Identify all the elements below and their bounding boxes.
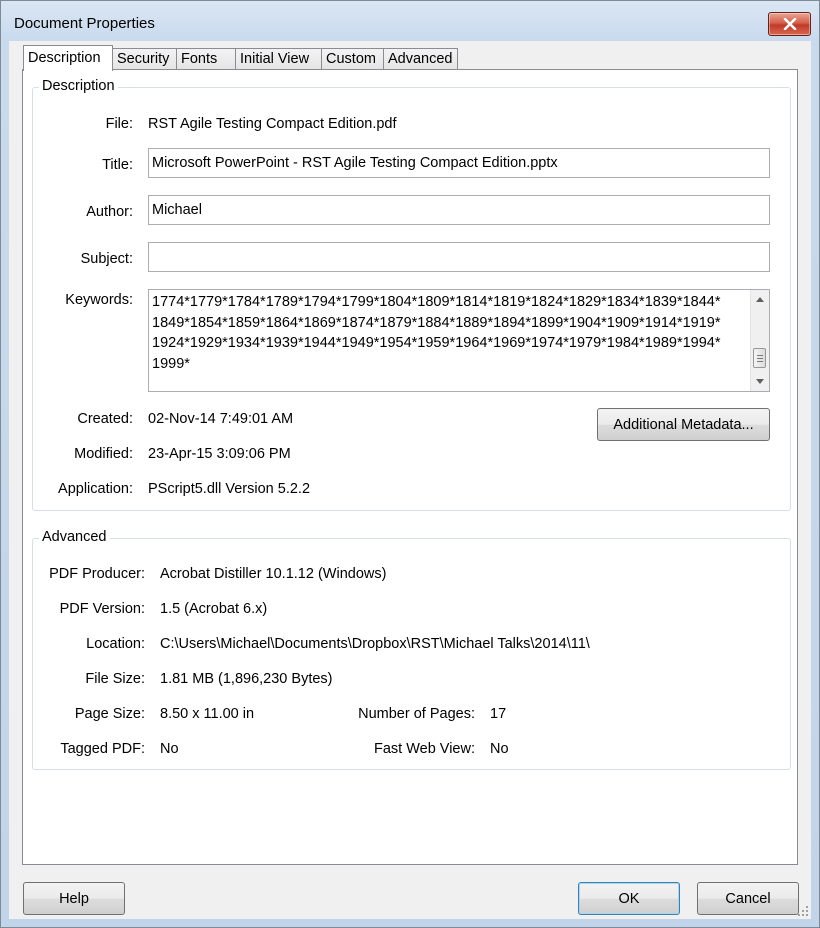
scroll-up-arrow-icon[interactable] <box>751 291 769 308</box>
pdf-version-label: PDF Version: <box>59 601 145 617</box>
fast-web-view-label: Fast Web View: <box>373 741 475 757</box>
author-field[interactable] <box>148 195 770 225</box>
application-label: Application: <box>58 481 133 497</box>
title-field[interactable] <box>148 148 770 178</box>
subject-field[interactable] <box>148 242 770 272</box>
advanced-group: Advanced <box>32 529 791 770</box>
title-bar[interactable]: Document Properties <box>1 1 819 41</box>
tab-security[interactable]: Security <box>112 48 177 69</box>
fast-web-view-value: No <box>490 741 509 757</box>
tab-fonts[interactable]: Fonts <box>176 48 236 69</box>
keywords-text: 1774*1779*1784*1789*1794*1799*1804*1809*… <box>152 294 721 372</box>
location-label: Location: <box>86 636 145 652</box>
document-properties-dialog: Document Properties Description Security… <box>0 0 820 928</box>
number-of-pages-value: 17 <box>490 706 507 722</box>
tagged-pdf-label: Tagged PDF: <box>60 741 145 757</box>
pdf-version-value: 1.5 (Acrobat 6.x) <box>160 601 268 617</box>
tab-advanced[interactable]: Advanced <box>383 48 458 69</box>
scroll-down-arrow-icon[interactable] <box>751 373 769 390</box>
ok-button[interactable]: OK <box>578 882 680 915</box>
pdf-producer-value: Acrobat Distiller 10.1.12 (Windows) <box>160 566 387 582</box>
dialog-client-area: Description Security Fonts Initial View … <box>9 41 811 919</box>
window-title: Document Properties <box>14 15 155 32</box>
modified-label: Modified: <box>74 446 133 462</box>
tab-description[interactable]: Description <box>23 45 113 71</box>
modified-value: 23-Apr-15 3:09:06 PM <box>148 446 291 462</box>
keywords-scrollbar[interactable] <box>750 290 769 391</box>
page-size-label: Page Size: <box>74 706 145 722</box>
tab-initial-view[interactable]: Initial View <box>235 48 322 69</box>
number-of-pages-label: Number of Pages: <box>358 706 475 722</box>
created-label: Created: <box>77 411 133 427</box>
application-value: PScript5.dll Version 5.2.2 <box>148 481 311 497</box>
file-value: RST Agile Testing Compact Edition.pdf <box>148 116 397 132</box>
page-size-value: 8.50 x 11.00 in <box>160 706 255 722</box>
pdf-producer-label: PDF Producer: <box>49 566 145 582</box>
keywords-label: Keywords: <box>65 292 133 308</box>
help-button[interactable]: Help <box>23 882 125 915</box>
advanced-group-title: Advanced <box>39 529 110 545</box>
file-size-label: File Size: <box>85 671 145 687</box>
keywords-field[interactable]: 1774*1779*1784*1789*1794*1799*1804*1809*… <box>148 289 770 392</box>
author-label: Author: <box>86 204 133 220</box>
cancel-button[interactable]: Cancel <box>697 882 799 915</box>
close-button[interactable] <box>768 12 811 36</box>
additional-metadata-button[interactable]: Additional Metadata... <box>597 408 770 441</box>
close-icon <box>783 18 796 30</box>
file-size-value: 1.81 MB (1,896,230 Bytes) <box>160 671 333 687</box>
tagged-pdf-value: No <box>160 741 179 757</box>
file-label: File: <box>105 116 133 132</box>
created-value: 02-Nov-14 7:49:01 AM <box>148 411 294 427</box>
resize-grip-icon[interactable] <box>797 905 809 917</box>
tab-custom[interactable]: Custom <box>321 48 384 69</box>
subject-label: Subject: <box>80 251 133 267</box>
title-label: Title: <box>102 157 133 173</box>
scroll-thumb[interactable] <box>753 348 766 368</box>
description-tab-panel: Description File: RST Agile Testing Comp… <box>22 69 798 865</box>
location-value: C:\Users\Michael\Documents\Dropbox\RST\M… <box>160 636 590 652</box>
description-group-title: Description <box>39 78 118 94</box>
